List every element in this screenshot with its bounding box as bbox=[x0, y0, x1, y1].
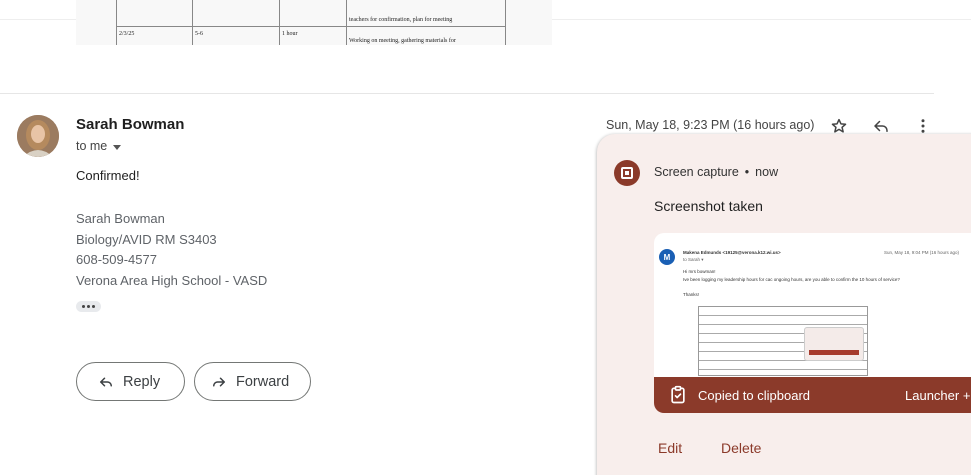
more-vert-icon bbox=[921, 119, 925, 133]
table-row-divider bbox=[116, 26, 506, 27]
screenshot-thumbnail[interactable]: M Makena Edmunds <19125@verona.k12.wi.us… bbox=[654, 233, 971, 413]
notification-app-name: Screen capture bbox=[654, 165, 739, 179]
forward-button[interactable]: Forward bbox=[194, 362, 311, 401]
clipboard-check-icon bbox=[671, 385, 685, 404]
clipboard-status-bar: Copied to clipboard Launcher + bbox=[654, 377, 971, 413]
thumbnail-greeting: Hi mrs bowman! bbox=[683, 269, 716, 274]
chevron-down-icon bbox=[113, 144, 122, 150]
edit-button[interactable]: Edit bbox=[658, 440, 682, 456]
forward-button-label: Forward bbox=[236, 373, 290, 390]
table-cell: Working on meeting, gathering materials … bbox=[349, 38, 456, 44]
signature-line: 608-509-4577 bbox=[76, 252, 157, 267]
recipient-details-toggle[interactable]: to me bbox=[76, 139, 122, 153]
recipient-label: to me bbox=[76, 139, 108, 153]
ellipsis-dot bbox=[92, 305, 95, 308]
notification-time: now bbox=[755, 165, 779, 179]
table-cell: 1 hour bbox=[282, 31, 298, 37]
clipboard-label: Copied to clipboard bbox=[698, 387, 811, 403]
notification-title: Screenshot taken bbox=[654, 198, 763, 214]
thumbnail-avatar: M bbox=[659, 249, 675, 265]
table-cell: 2/3/25 bbox=[119, 31, 135, 37]
star-icon bbox=[831, 118, 847, 133]
table-col-divider bbox=[346, 0, 347, 45]
signature-line: Sarah Bowman bbox=[76, 211, 165, 226]
show-trimmed-content-button[interactable] bbox=[76, 301, 101, 312]
thumbnail-sender: Makena Edmunds <19125@verona.k12.wi.us> bbox=[683, 250, 781, 255]
avatar[interactable] bbox=[17, 115, 59, 157]
reply-icon bbox=[874, 120, 888, 132]
launcher-label: Launcher + bbox=[905, 388, 971, 403]
thumbnail-question: Ive been logging my leadership hours for… bbox=[683, 277, 900, 282]
table-cell: teachers for confirmation, plan for meet… bbox=[349, 17, 453, 23]
table-col-divider bbox=[192, 0, 193, 45]
thumbnail-popup bbox=[804, 327, 864, 361]
screen-capture-icon bbox=[614, 160, 640, 186]
delete-button[interactable]: Delete bbox=[721, 440, 761, 456]
thumbnail-date: Sun, May 18, 9:04 PM (16 hours ago) bbox=[884, 250, 960, 255]
email-signature: Sarah Bowman Biology/AVID RM S3403 608-5… bbox=[76, 209, 267, 291]
table-cell: 5-6 bbox=[195, 31, 203, 37]
thumbnail-recipient: to Sarah ▾ bbox=[683, 257, 704, 262]
message-timestamp: Sun, May 18, 9:23 PM (16 hours ago) bbox=[606, 118, 815, 132]
notification-separator: • bbox=[744, 165, 750, 179]
ellipsis-dot bbox=[87, 305, 90, 308]
signature-line: Biology/AVID RM S3403 bbox=[76, 231, 217, 247]
table-col-divider bbox=[279, 0, 280, 45]
message-divider bbox=[0, 93, 934, 94]
reply-button[interactable]: Reply bbox=[76, 362, 185, 401]
reply-icon bbox=[100, 377, 112, 386]
sender-name: Sarah Bowman bbox=[76, 116, 185, 133]
notification-header: Screen capture • now bbox=[654, 165, 778, 179]
forward-icon bbox=[213, 377, 225, 386]
screenshot-notification[interactable]: Screen capture • now Screenshot taken M … bbox=[597, 134, 971, 475]
thumbnail-closing: Thanks! bbox=[683, 292, 700, 297]
message-body: Confirmed! bbox=[76, 168, 140, 183]
signature-line: Verona Area High School - VASD bbox=[76, 272, 268, 288]
reply-button-label: Reply bbox=[123, 373, 161, 390]
previous-email-table-image: teachers for confirmation, plan for meet… bbox=[76, 0, 552, 45]
ellipsis-dot bbox=[82, 305, 85, 308]
